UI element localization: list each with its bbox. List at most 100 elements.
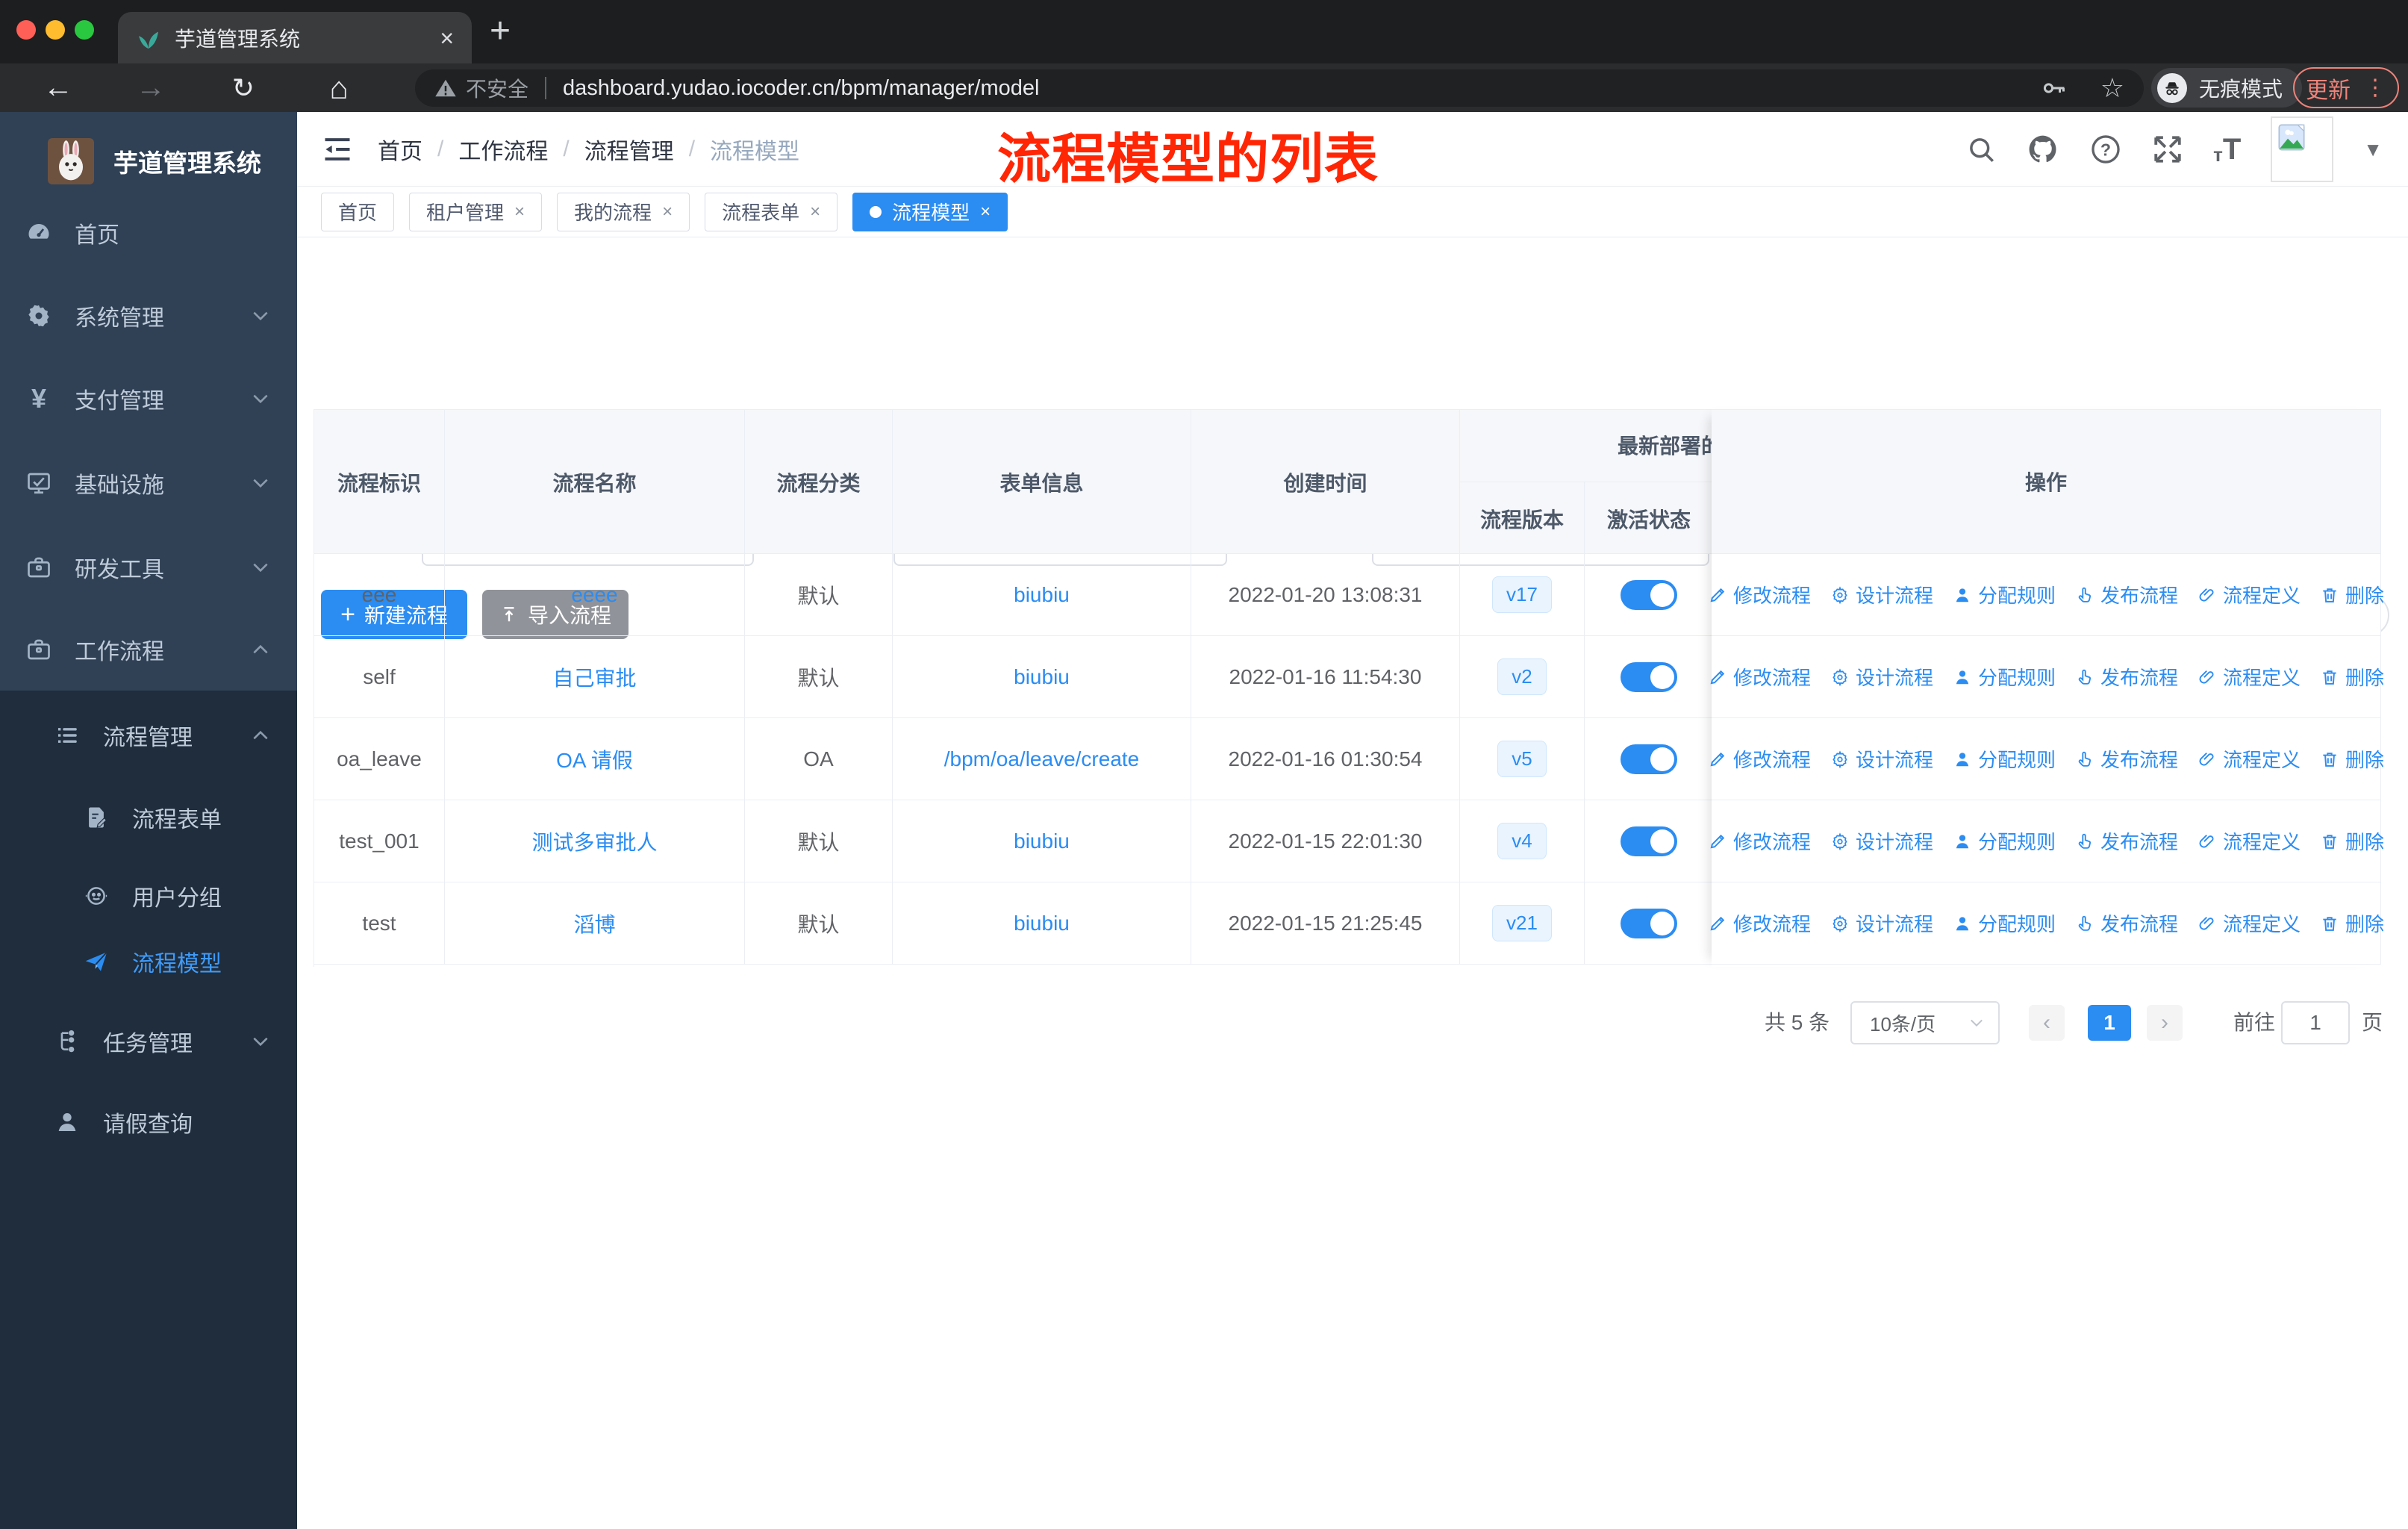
font-size-icon[interactable]: тT [2213, 134, 2241, 164]
op-assign-rule-link[interactable]: 分配规则 [1953, 581, 2056, 608]
security-label[interactable]: 不安全 [466, 73, 528, 103]
version-badge[interactable]: v21 [1492, 905, 1552, 941]
active-toggle[interactable] [1620, 908, 1677, 938]
op-design-process-link[interactable]: 设计流程 [1830, 663, 1933, 691]
op-process-definition-link[interactable]: 流程定义 [2198, 581, 2301, 608]
active-toggle[interactable] [1620, 579, 1677, 610]
op-edit-process-link[interactable]: 修改流程 [1708, 581, 1811, 608]
next-page-button[interactable]: › [2147, 1005, 2183, 1041]
tab-close-icon[interactable]: × [440, 26, 454, 50]
row-name-link[interactable]: 滔博 [573, 909, 615, 938]
tag-process-form[interactable]: 流程表单 × [705, 192, 838, 231]
op-edit-process-link[interactable]: 修改流程 [1708, 909, 1811, 937]
sidebar-item-task-management[interactable]: 任务管理 [0, 1000, 297, 1083]
op-process-definition-link[interactable]: 流程定义 [2198, 663, 2301, 691]
sidebar-item-system[interactable]: 系统管理 [0, 275, 297, 357]
op-design-process-link[interactable]: 设计流程 [1830, 909, 1933, 937]
version-badge[interactable]: v17 [1492, 576, 1552, 613]
active-toggle[interactable] [1620, 826, 1677, 856]
row-name-link[interactable]: OA 请假 [556, 744, 633, 774]
op-design-process-link[interactable]: 设计流程 [1830, 581, 1933, 608]
avatar[interactable] [2271, 116, 2334, 182]
version-badge[interactable]: v2 [1497, 658, 1547, 695]
op-process-definition-link[interactable]: 流程定义 [2198, 827, 2301, 855]
row-form-link[interactable]: biubiu [1014, 829, 1070, 853]
bookmark-star-icon[interactable]: ☆ [2100, 72, 2124, 104]
tag-process-model[interactable]: 流程模型 × [852, 192, 1008, 231]
op-design-process-link[interactable]: 设计流程 [1830, 745, 1933, 773]
home-icon[interactable]: ⌂ [316, 63, 361, 112]
tag-close-icon[interactable]: × [514, 202, 525, 222]
traffic-close-button[interactable] [16, 20, 36, 40]
op-edit-process-link[interactable]: 修改流程 [1708, 663, 1811, 691]
op-publish-process-link[interactable]: 发布流程 [2075, 581, 2178, 608]
sidebar-item-workflow[interactable]: 工作流程 [0, 608, 297, 691]
current-page-button[interactable]: 1 [2088, 1005, 2131, 1041]
op-publish-process-link[interactable]: 发布流程 [2075, 663, 2178, 691]
breadcrumb-home[interactable]: 首页 [378, 133, 422, 166]
op-process-definition-link[interactable]: 流程定义 [2198, 745, 2301, 773]
breadcrumb-workflow[interactable]: 工作流程 [458, 133, 548, 166]
update-button[interactable]: 更新 ⋮ [2293, 67, 2399, 108]
op-design-process-link[interactable]: 设计流程 [1830, 827, 1933, 855]
op-delete-link[interactable]: 删除 [2320, 827, 2384, 855]
url-text[interactable]: dashboard.yudao.iocoder.cn/bpm/manager/m… [563, 76, 1039, 101]
op-assign-rule-link[interactable]: 分配规则 [1953, 663, 2056, 691]
key-icon[interactable] [2041, 75, 2068, 102]
op-assign-rule-link[interactable]: 分配规则 [1953, 745, 2056, 773]
tag-close-icon[interactable]: × [662, 202, 673, 222]
github-icon[interactable] [2027, 133, 2059, 166]
version-badge[interactable]: v4 [1497, 823, 1547, 859]
sidebar-item-payment[interactable]: ¥ 支付管理 [0, 358, 297, 440]
row-name-link[interactable]: eeee [571, 583, 617, 607]
row-name-link[interactable]: 测试多审批人 [531, 826, 657, 856]
op-publish-process-link[interactable]: 发布流程 [2075, 745, 2178, 773]
op-delete-link[interactable]: 删除 [2320, 581, 2384, 608]
op-edit-process-link[interactable]: 修改流程 [1708, 745, 1811, 773]
op-edit-process-link[interactable]: 修改流程 [1708, 827, 1811, 855]
op-process-definition-link[interactable]: 流程定义 [2198, 909, 2301, 937]
op-assign-rule-link[interactable]: 分配规则 [1953, 827, 2056, 855]
tag-close-icon[interactable]: × [810, 202, 820, 222]
tag-home[interactable]: 首页 [321, 192, 395, 231]
traffic-minimize-button[interactable] [46, 20, 65, 40]
active-toggle[interactable] [1620, 744, 1677, 774]
avatar-caret-icon[interactable]: ▼ [2363, 138, 2383, 161]
op-publish-process-link[interactable]: 发布流程 [2075, 827, 2178, 855]
tag-close-icon[interactable]: × [980, 202, 991, 222]
traffic-zoom-button[interactable] [75, 20, 94, 40]
row-form-link[interactable]: biubiu [1014, 912, 1070, 935]
version-badge[interactable]: v5 [1497, 741, 1547, 777]
reload-icon[interactable]: ↻ [221, 63, 266, 112]
op-delete-link[interactable]: 删除 [2320, 909, 2384, 937]
forward-icon[interactable]: → [128, 63, 173, 112]
goto-page-input[interactable] [2281, 1001, 2350, 1044]
sidebar-item-process-model[interactable]: 流程模型 [0, 921, 297, 1003]
op-delete-link[interactable]: 删除 [2320, 663, 2384, 691]
breadcrumb-process-management[interactable]: 流程管理 [584, 133, 674, 166]
new-tab-button[interactable]: + [490, 10, 511, 52]
prev-page-button[interactable]: ‹ [2029, 1005, 2065, 1041]
sidebar-item-infrastructure[interactable]: 基础设施 [0, 442, 297, 524]
browser-tab[interactable]: 芋道管理系统 × [118, 12, 472, 63]
header-search-icon[interactable] [1965, 134, 1997, 165]
active-toggle[interactable] [1620, 661, 1677, 692]
sidebar-item-devtools[interactable]: 研发工具 [0, 526, 297, 608]
sidebar-item-home[interactable]: 首页 [0, 192, 297, 274]
op-assign-rule-link[interactable]: 分配规则 [1953, 909, 2056, 937]
tag-tenant[interactable]: 租户管理 × [409, 192, 543, 231]
op-publish-process-link[interactable]: 发布流程 [2075, 909, 2178, 937]
sidebar-fold-icon[interactable] [321, 133, 354, 166]
row-form-link[interactable]: /bpm/oa/leave/create [944, 747, 1140, 771]
row-name-link[interactable]: 自己审批 [552, 662, 636, 692]
page-size-select[interactable]: 10条/页 [1850, 1001, 2000, 1044]
sidebar-item-process-management[interactable]: 流程管理 [0, 694, 297, 776]
row-form-link[interactable]: biubiu [1014, 583, 1070, 607]
incognito-chip[interactable]: 无痕模式 [2151, 68, 2303, 108]
sidebar-item-process-form[interactable]: 流程表单 [0, 776, 297, 859]
sidebar-item-leave-query[interactable]: 请假查询 [0, 1081, 297, 1163]
help-icon[interactable]: ? [2089, 133, 2122, 166]
fullscreen-icon[interactable] [2152, 134, 2183, 165]
tag-my-process[interactable]: 我的流程 × [557, 192, 690, 231]
op-delete-link[interactable]: 删除 [2320, 745, 2384, 773]
